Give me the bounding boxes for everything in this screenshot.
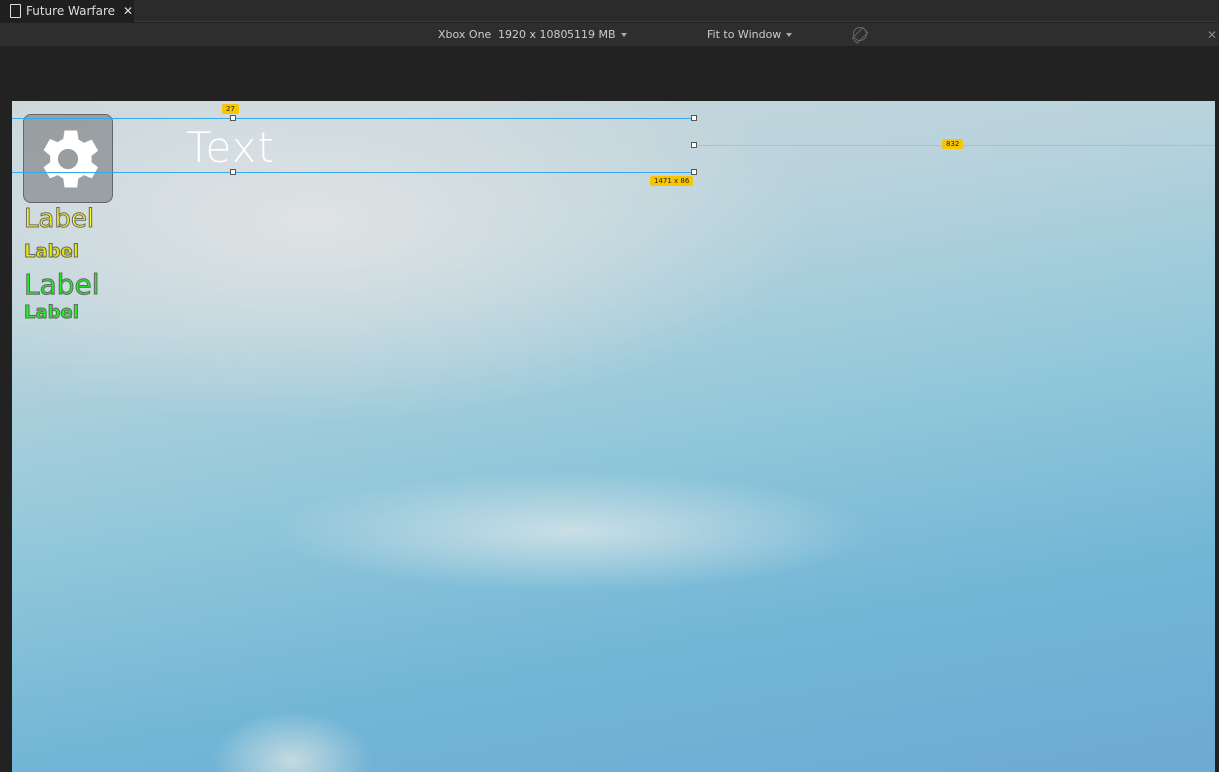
memory-label: 5119 MB: [567, 28, 616, 41]
game-viewport[interactable]: Text Label Label Label Label 27 1471 x 8…: [12, 101, 1215, 772]
tab-label: Future Warfare: [26, 4, 116, 18]
resize-handle-bottom-right[interactable]: [691, 169, 697, 175]
fit-dropdown[interactable]: Fit to Window: [707, 28, 793, 41]
resolution-label: 1920 x 1080: [498, 28, 568, 41]
tab-bar: Future Warfare ✕: [0, 0, 1219, 22]
document-icon: [10, 4, 21, 18]
gear-icon: [43, 130, 99, 187]
chevron-down-icon: [786, 33, 793, 37]
right-offset-badge: 832: [942, 139, 964, 149]
top-offset-badge: 27: [222, 104, 239, 114]
settings-button[interactable]: [23, 114, 113, 203]
device-toolbar: Xbox One 1920 x 1080 5119 MB Fit to Wind…: [0, 23, 1219, 46]
tab-future-warfare[interactable]: Future Warfare ✕: [0, 0, 134, 22]
label-yellow-large: Label: [23, 204, 95, 235]
resize-handle-top-right[interactable]: [691, 115, 697, 121]
label-yellow-small: Label: [24, 241, 80, 263]
close-icon[interactable]: ✕: [1207, 28, 1217, 42]
resize-handle-top[interactable]: [230, 115, 236, 121]
selection-guide-top: [12, 118, 694, 119]
memory-dropdown[interactable]: 5119 MB: [567, 28, 627, 41]
close-tab-icon[interactable]: ✕: [123, 4, 133, 18]
text-element[interactable]: Text: [186, 123, 275, 172]
fit-label: Fit to Window: [707, 28, 782, 41]
device-selector[interactable]: Xbox One: [438, 28, 491, 41]
selection-guide-bottom: [12, 172, 694, 173]
rotate-orientation-icon[interactable]: [850, 24, 870, 44]
resize-handle-right[interactable]: [691, 142, 697, 148]
chevron-down-icon: [620, 33, 627, 37]
size-badge: 1471 x 86: [650, 176, 694, 186]
label-green-small: Label: [24, 302, 80, 324]
label-green-large: Label: [24, 268, 101, 302]
resize-handle-bottom[interactable]: [230, 169, 236, 175]
